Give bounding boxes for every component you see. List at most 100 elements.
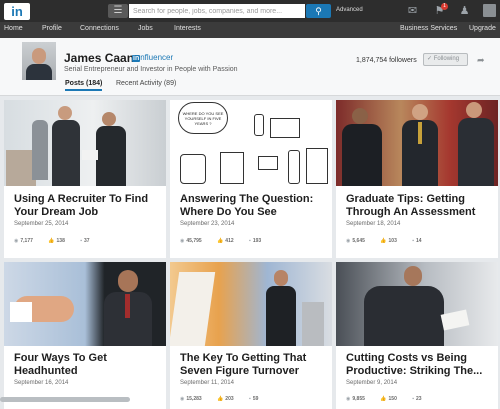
- views-count: 7,177: [20, 238, 33, 244]
- influencer-badge: innfluencer: [132, 53, 173, 62]
- messages-icon[interactable]: ✉: [406, 5, 419, 17]
- profile-name[interactable]: James Caan: [64, 51, 134, 65]
- comments-stat: ▪ 37: [80, 238, 89, 244]
- advanced-search-link[interactable]: Advanced: [336, 7, 363, 13]
- search-button[interactable]: ⚲: [306, 4, 331, 18]
- comments-stat: ▪ 23: [412, 396, 421, 402]
- cartoon-figure: [288, 150, 300, 184]
- eye-icon: ◉: [346, 238, 351, 244]
- post-title[interactable]: Using A Recruiter To Find Your Dream Job: [14, 193, 164, 219]
- profile-suit: [26, 64, 52, 80]
- views-stat: ◉ 45,795: [180, 238, 202, 244]
- thumbnail-person: [96, 126, 126, 186]
- likes-stat: 👍 150: [380, 396, 397, 402]
- views-count: 9,855: [352, 396, 365, 402]
- thumbs-up-icon: 👍: [380, 396, 387, 402]
- post-date: September 16, 2014: [14, 380, 69, 386]
- post-thumbnail[interactable]: WHERE DO YOU SEE YOURSELF IN FIVE YEARS …: [170, 100, 332, 186]
- post-stats: ◉ 9,855 👍 150 ▪ 23: [346, 396, 436, 402]
- thumbnail-sleeve: [10, 302, 32, 322]
- post-card[interactable]: Four Ways To Get Headhunted September 16…: [4, 262, 166, 409]
- nav-profile[interactable]: Profile: [42, 25, 62, 32]
- post-date: September 11, 2014: [180, 380, 234, 386]
- comment-icon: ▪: [412, 238, 415, 244]
- post-title[interactable]: Cutting Costs vs Being Productive: Strik…: [346, 352, 496, 378]
- views-stat: ◉ 7,177: [14, 238, 33, 244]
- post-title[interactable]: Graduate Tips: Getting Through An Assess…: [346, 193, 496, 219]
- thumbnail-paper: [440, 309, 470, 331]
- post-card[interactable]: Graduate Tips: Getting Through An Assess…: [336, 100, 498, 258]
- post-stats: ◉ 5,645 👍 103 ▪ 14: [346, 238, 436, 244]
- post-thumbnail[interactable]: [4, 262, 166, 346]
- post-title[interactable]: The Key To Getting That Seven Figure Tur…: [180, 352, 330, 378]
- check-icon: ✓: [427, 56, 434, 62]
- views-stat: ◉ 5,645: [346, 238, 365, 244]
- thumbs-up-icon: 👍: [48, 238, 55, 244]
- comments-count: 59: [252, 396, 259, 402]
- post-thumbnail[interactable]: [4, 100, 166, 186]
- speech-bubble: WHERE DO YOU SEE YOURSELF IN FIVE YEARS …: [178, 102, 228, 134]
- comment-icon: ▪: [249, 396, 251, 402]
- tab-posts[interactable]: Posts (184): [65, 80, 103, 91]
- search-input[interactable]: [129, 4, 305, 18]
- views-count: 5,645: [352, 238, 365, 244]
- influencer-in-mark: in: [132, 55, 141, 62]
- thumbnail-person: [274, 270, 288, 286]
- likes-count: 103: [388, 238, 397, 244]
- notification-badge: 1: [441, 3, 448, 10]
- share-icon[interactable]: ➦: [477, 55, 485, 66]
- nav-business-services[interactable]: Business Services: [400, 25, 457, 32]
- following-button[interactable]: ✓ Following: [423, 53, 468, 66]
- post-thumbnail[interactable]: [336, 100, 498, 186]
- nav-home[interactable]: Home: [4, 25, 23, 32]
- comments-count: 193: [252, 238, 262, 244]
- post-date: September 18, 2014: [346, 221, 401, 227]
- nav-interests[interactable]: Interests: [174, 25, 201, 32]
- post-stats: ◉ 7,177 👍 138 ▪ 37: [14, 238, 104, 244]
- following-label: Following: [433, 56, 460, 62]
- search-icon: ⚲: [315, 6, 322, 16]
- add-connections-icon[interactable]: ♟: [458, 5, 471, 17]
- account-avatar[interactable]: [483, 4, 496, 17]
- post-card[interactable]: The Key To Getting That Seven Figure Tur…: [170, 262, 332, 409]
- eye-icon: ◉: [180, 238, 185, 244]
- cartoon-desk: [270, 118, 300, 138]
- cartoon-desk: [306, 148, 328, 184]
- likes-count: 203: [225, 396, 234, 402]
- post-thumbnail[interactable]: [170, 262, 332, 346]
- linkedin-logo[interactable]: in: [4, 3, 30, 20]
- likes-stat: 👍 103: [380, 238, 397, 244]
- post-card[interactable]: Cutting Costs vs Being Productive: Strik…: [336, 262, 498, 409]
- thumbs-up-icon: 👍: [380, 238, 387, 244]
- post-stats: ◉ 15,283 👍 203 ▪ 59: [180, 396, 272, 402]
- thumbnail-person: [364, 286, 444, 346]
- thumbnail-banner: [170, 272, 216, 346]
- post-thumbnail[interactable]: [336, 262, 498, 346]
- likes-count: 138: [56, 238, 65, 244]
- profile-photo[interactable]: [22, 42, 56, 80]
- cartoon-figure: [254, 114, 264, 136]
- horizontal-scrollbar[interactable]: [0, 397, 130, 402]
- post-date: September 9, 2014: [346, 380, 398, 386]
- comment-icon: ▪: [249, 238, 251, 244]
- views-stat: ◉ 15,283: [180, 396, 202, 402]
- post-card[interactable]: WHERE DO YOU SEE YOURSELF IN FIVE YEARS …: [170, 100, 332, 258]
- post-title[interactable]: Four Ways To Get Headhunted: [14, 352, 164, 378]
- nav-upgrade[interactable]: Upgrade: [469, 25, 496, 32]
- thumbnail-person: [458, 118, 494, 186]
- post-card[interactable]: Using A Recruiter To Find Your Dream Job…: [4, 100, 166, 258]
- thumbnail-person: [266, 286, 296, 346]
- post-title[interactable]: Answering The Question: Where Do You See: [180, 193, 330, 219]
- post-date: September 25, 2014: [14, 221, 69, 227]
- nav-connections[interactable]: Connections: [80, 25, 119, 32]
- thumbnail-tie: [125, 294, 130, 318]
- comments-count: 14: [416, 238, 422, 244]
- tab-recent-activity[interactable]: Recent Activity (89): [116, 80, 176, 91]
- likes-count: 412: [225, 238, 234, 244]
- nav-jobs[interactable]: Jobs: [138, 25, 153, 32]
- thumbnail-person: [118, 270, 138, 292]
- cartoon-desk: [220, 152, 244, 184]
- thumbnail-person: [466, 102, 482, 118]
- menu-icon[interactable]: ☰: [108, 4, 128, 18]
- thumbnail-person: [342, 124, 382, 186]
